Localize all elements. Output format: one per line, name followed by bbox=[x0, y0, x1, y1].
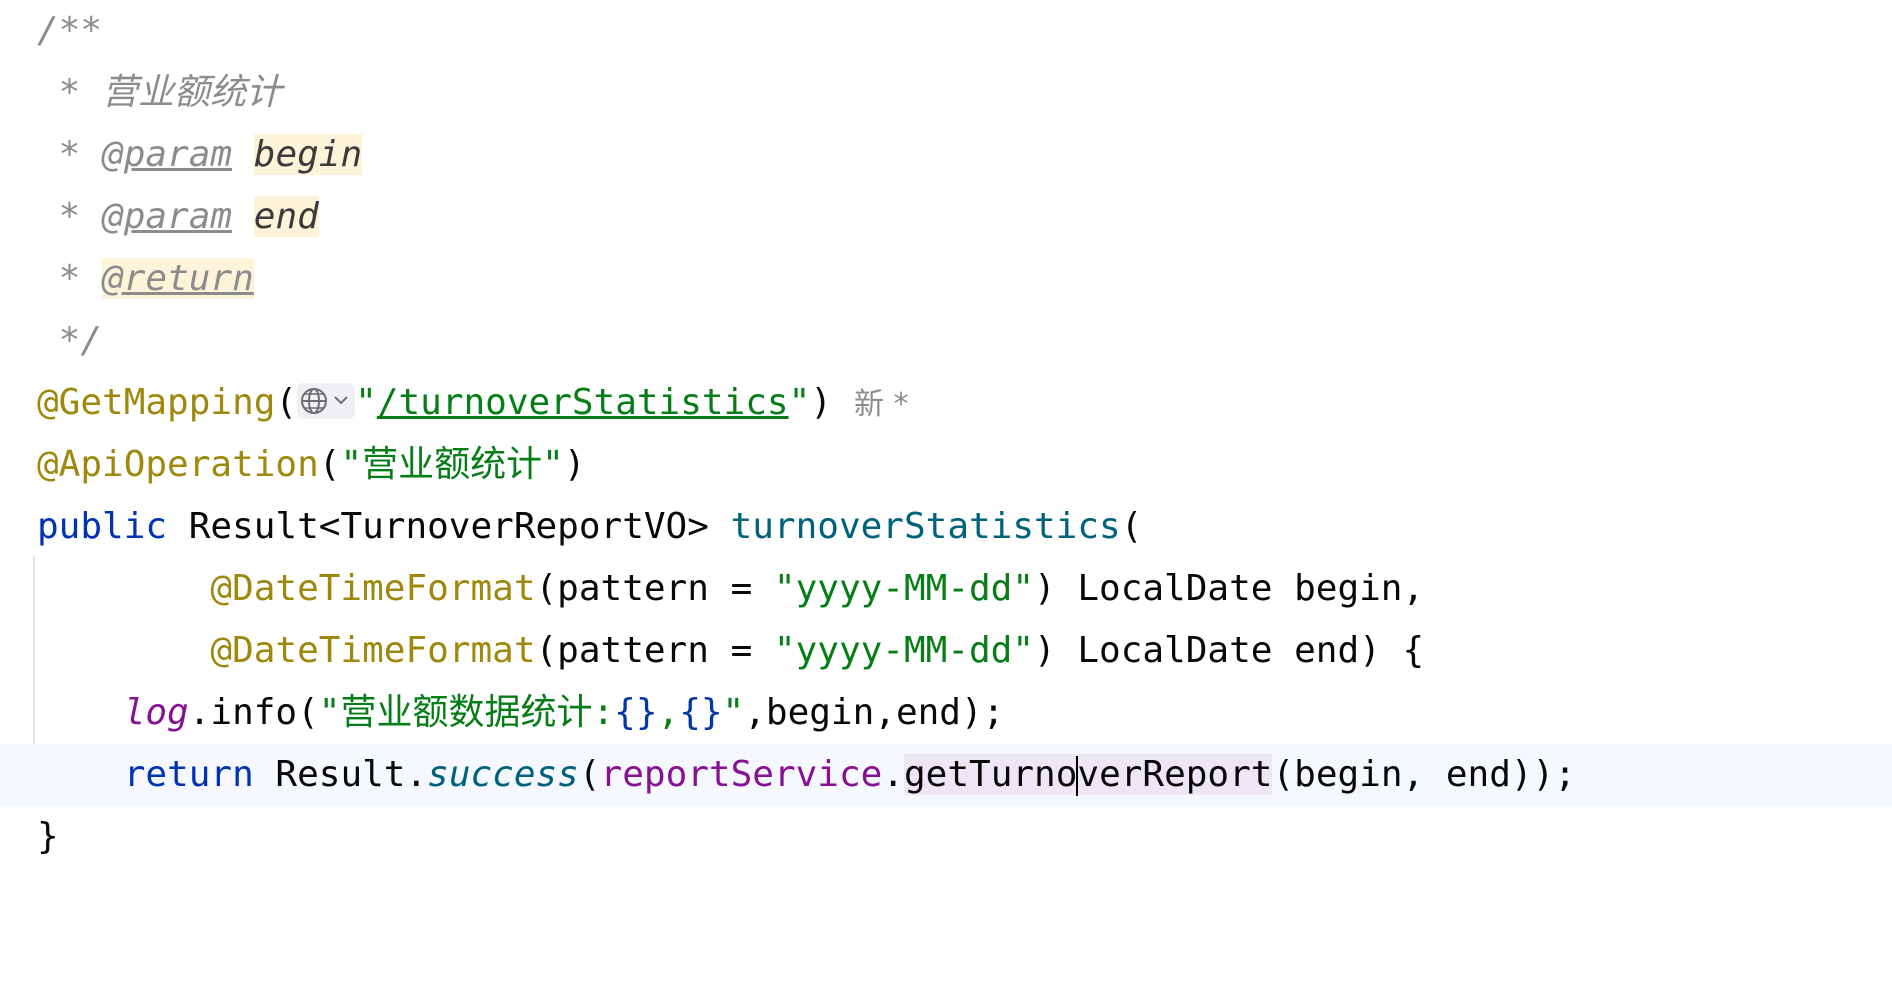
method-name[interactable]: turnoverStatistics bbox=[731, 506, 1121, 547]
report-service-field[interactable]: reportService bbox=[601, 754, 883, 795]
get-mapping-annotation[interactable]: @GetMapping bbox=[37, 382, 275, 423]
doc-comment-close: */ bbox=[37, 320, 103, 361]
closing-brace: } bbox=[37, 816, 59, 857]
code-line-8[interactable]: @ApiOperation("营业额统计") bbox=[0, 434, 1892, 496]
log-field[interactable]: log bbox=[124, 692, 189, 733]
date-time-format-annotation[interactable]: @DateTimeFormat bbox=[210, 630, 535, 671]
api-operation-annotation[interactable]: @ApiOperation bbox=[37, 444, 319, 485]
param-tag[interactable]: @param bbox=[102, 134, 232, 175]
get-turnover-report-call[interactable]: getTurnoverReport bbox=[904, 754, 1273, 796]
code-line-7[interactable]: @GetMapping( "/turnoverStatistics") 新 * bbox=[0, 372, 1892, 434]
param-end-name[interactable]: end bbox=[253, 196, 319, 237]
pattern-value: "yyyy-MM-dd" bbox=[773, 568, 1035, 609]
code-line-5[interactable]: * @return bbox=[0, 248, 1892, 310]
paren-open: ( bbox=[578, 754, 601, 795]
paren-open: ( bbox=[275, 382, 298, 423]
param-begin-name[interactable]: begin bbox=[253, 134, 363, 175]
paren-close: ) bbox=[563, 444, 586, 485]
code-line-14[interactable]: } bbox=[0, 806, 1892, 868]
param-tag[interactable]: @param bbox=[102, 196, 232, 237]
url-quote-open: " bbox=[355, 382, 377, 423]
return-type[interactable]: Result<TurnoverReportVO> bbox=[167, 506, 731, 547]
doc-comment-star: * bbox=[37, 134, 81, 175]
doc-comment-star: * bbox=[37, 196, 81, 237]
pattern-value: "yyyy-MM-dd" bbox=[773, 630, 1035, 671]
get-turnover-report-part1: getTurno bbox=[904, 754, 1078, 795]
code-line-2[interactable]: * 营业额统计 bbox=[0, 62, 1892, 124]
code-line-11[interactable]: @DateTimeFormat(pattern = "yyyy-MM-dd") … bbox=[0, 620, 1892, 682]
url-path-link[interactable]: /turnoverStatistics bbox=[377, 382, 789, 423]
author-inlay-hint[interactable]: 新 * bbox=[854, 387, 909, 422]
log-placeholder: {} bbox=[614, 692, 658, 733]
code-line-9[interactable]: public Result<TurnoverReportVO> turnover… bbox=[0, 496, 1892, 558]
pattern-prefix: (pattern = bbox=[535, 630, 774, 671]
param-end-declaration[interactable]: ) LocalDate end) { bbox=[1034, 630, 1424, 671]
code-line-1[interactable]: /** bbox=[0, 0, 1892, 62]
paren-open: ( bbox=[318, 444, 341, 485]
code-line-12[interactable]: log.info("营业额数据统计:{},{}",begin,end); bbox=[0, 682, 1892, 744]
result-class[interactable]: Result. bbox=[254, 754, 427, 795]
doc-summary: 营业额统计 bbox=[102, 72, 283, 113]
endpoint-widget[interactable] bbox=[297, 383, 356, 419]
code-line-3[interactable]: * @param begin bbox=[0, 124, 1892, 186]
doc-comment-star: * bbox=[37, 72, 81, 113]
return-keyword: return bbox=[123, 754, 254, 795]
log-placeholder: {} bbox=[679, 692, 723, 733]
log-quote-close: " bbox=[722, 692, 745, 733]
get-turnover-report-part2: verReport bbox=[1077, 754, 1273, 795]
code-editor[interactable]: /** * 营业额统计 * @param begin * @param end … bbox=[0, 0, 1892, 887]
code-line-10[interactable]: @DateTimeFormat(pattern = "yyyy-MM-dd") … bbox=[0, 558, 1892, 620]
paren-close: ) bbox=[810, 382, 832, 423]
globe-icon[interactable] bbox=[297, 383, 356, 419]
return-tag[interactable]: @return bbox=[102, 258, 254, 299]
code-line-4[interactable]: * @param end bbox=[0, 186, 1892, 248]
paren-open: ( bbox=[1120, 506, 1143, 547]
code-line-13-current[interactable]: return Result.success(reportService.getT… bbox=[0, 744, 1892, 806]
log-comma: , bbox=[657, 692, 680, 733]
success-method-call[interactable]: success bbox=[427, 754, 579, 795]
param-begin-declaration[interactable]: ) LocalDate begin, bbox=[1034, 568, 1424, 609]
pattern-prefix: (pattern = bbox=[535, 568, 774, 609]
log-message-string: "营业额数据统计: bbox=[318, 692, 615, 733]
dot: . bbox=[882, 754, 904, 795]
code-line-6[interactable]: */ bbox=[0, 310, 1892, 372]
api-operation-string: "营业额统计" bbox=[340, 444, 564, 485]
log-arguments: ,begin,end); bbox=[744, 692, 1005, 733]
return-arguments: (begin, end)); bbox=[1272, 754, 1576, 795]
url-quote-close: " bbox=[788, 382, 811, 423]
log-info-call[interactable]: .info( bbox=[189, 692, 319, 733]
doc-comment-star: * bbox=[37, 258, 81, 299]
date-time-format-annotation[interactable]: @DateTimeFormat bbox=[210, 568, 535, 609]
public-keyword: public bbox=[37, 506, 168, 547]
doc-comment-open: /** bbox=[37, 10, 103, 51]
